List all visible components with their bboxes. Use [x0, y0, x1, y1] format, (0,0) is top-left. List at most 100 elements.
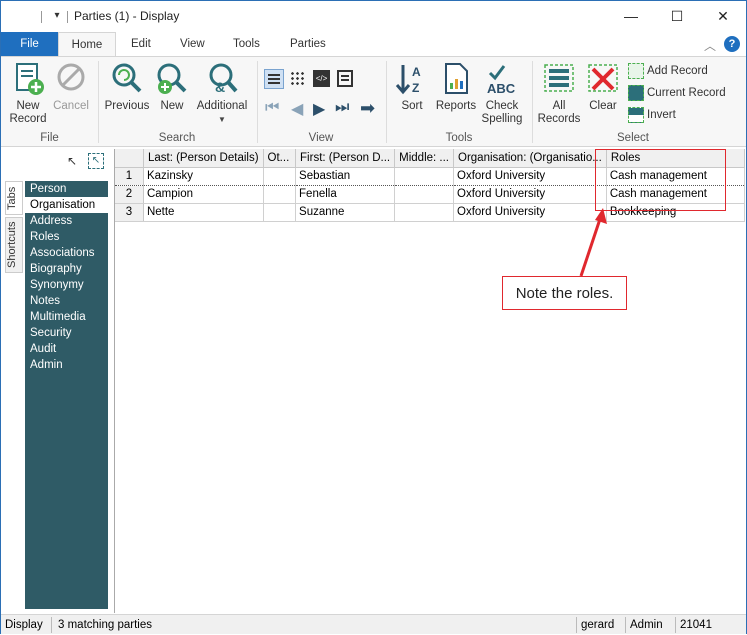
collapse-ribbon-icon[interactable]: ︿	[704, 37, 716, 54]
cancel-icon	[57, 63, 85, 91]
nav-item-notes[interactable]: Notes	[25, 293, 108, 309]
new-label: New	[160, 100, 184, 112]
add-record-label: Add Record	[647, 65, 708, 77]
column-header[interactable]: Ot...	[263, 149, 297, 168]
annotation-arrow-icon	[579, 208, 607, 277]
additional-search-button[interactable]: & Additional ▼	[193, 61, 251, 126]
list-view-icon[interactable]	[264, 69, 284, 89]
status-role: Admin	[630, 619, 663, 631]
last-record-icon[interactable]: ⏭	[335, 99, 349, 117]
table-cell[interactable]: Oxford University	[453, 185, 607, 204]
add-record-button[interactable]: Add Record	[628, 61, 708, 81]
new-record-button[interactable]: New Record	[7, 61, 49, 126]
row-number: 1	[115, 166, 144, 186]
next-record-icon[interactable]: ▶	[313, 99, 325, 119]
previous-record-icon[interactable]: ◀	[291, 99, 303, 119]
row-number: 3	[115, 203, 144, 222]
table-cell[interactable]: Campion	[143, 185, 264, 204]
table-cell[interactable]: Suzanne	[295, 203, 396, 222]
chevron-down-icon: ▼	[218, 115, 226, 124]
column-header[interactable]: First: (Person D...	[295, 149, 396, 168]
table-cell[interactable]	[394, 166, 454, 186]
nav-item-associations[interactable]: Associations	[25, 245, 108, 261]
current-record-button[interactable]: Current Record	[628, 83, 726, 103]
nav-item-admin[interactable]: Admin	[25, 357, 108, 373]
tab-view[interactable]: View	[168, 32, 217, 56]
column-header[interactable]: Organisation: (Organisatio...	[453, 149, 607, 168]
check-spelling-button[interactable]: ABC Check Spelling	[480, 61, 524, 126]
reports-button[interactable]: Reports	[434, 61, 478, 113]
new-search-button[interactable]: New	[154, 61, 190, 113]
new-record-label: New Record	[9, 100, 47, 125]
close-button[interactable]: ✕	[700, 1, 746, 32]
annotation-callout: Note the roles.	[502, 276, 627, 310]
column-header[interactable]: Last: (Person Details)	[143, 149, 264, 168]
status-mode: Display	[5, 619, 43, 631]
side-tab-tabs[interactable]: Tabs	[5, 181, 23, 215]
table-cell[interactable]: Oxford University	[453, 166, 607, 186]
table-cell[interactable]	[394, 185, 454, 204]
status-message: 3 matching parties	[58, 619, 152, 631]
sort-icon: A Z	[395, 65, 421, 95]
nav-item-roles[interactable]: Roles	[25, 229, 108, 245]
select-tool-icon[interactable]: ↖	[88, 153, 104, 169]
tab-parties[interactable]: Parties	[278, 32, 338, 56]
grid-view-icon[interactable]	[290, 71, 306, 87]
select-all-icon	[544, 64, 574, 92]
cancel-label: Cancel	[53, 100, 89, 112]
nav-item-security[interactable]: Security	[25, 325, 108, 341]
form-view-icon[interactable]	[337, 70, 353, 87]
table-cell[interactable]: Kazinsky	[143, 166, 264, 186]
tab-file[interactable]: File	[1, 32, 58, 56]
table-cell[interactable]: Fenella	[295, 185, 396, 204]
clear-selection-button[interactable]: Clear	[585, 61, 621, 113]
title-bar-divider	[41, 11, 42, 23]
group-divider	[257, 61, 258, 143]
all-records-button[interactable]: All Records	[537, 61, 581, 126]
pointer-icon[interactable]: ↖	[67, 154, 77, 168]
tab-home[interactable]: Home	[58, 32, 116, 57]
clear-icon	[588, 64, 618, 92]
previous-search-button[interactable]: Previous	[104, 61, 150, 113]
first-record-icon[interactable]: ⏮	[265, 99, 279, 117]
nav-item-organisation[interactable]: Organisation	[25, 197, 108, 213]
tab-edit[interactable]: Edit	[119, 32, 163, 56]
column-header	[115, 149, 144, 168]
nav-item-biography[interactable]: Biography	[25, 261, 108, 277]
sort-button[interactable]: A Z Sort	[394, 61, 430, 113]
current-record-label: Current Record	[647, 87, 726, 99]
svg-text:ABC: ABC	[487, 81, 516, 96]
table-cell[interactable]	[263, 203, 297, 222]
code-view-icon[interactable]: </>	[313, 70, 330, 87]
new-record-icon	[16, 63, 44, 95]
help-icon[interactable]: ?	[724, 36, 740, 52]
table-cell[interactable]	[394, 203, 454, 222]
minimize-button[interactable]: —	[608, 1, 654, 32]
table-cell[interactable]: Sebastian	[295, 166, 396, 186]
title-bar: ▾ Parties (1) - Display — ☐ ✕	[1, 1, 746, 32]
column-header[interactable]: Middle: ...	[394, 149, 454, 168]
nav-item-person[interactable]: Person	[25, 181, 108, 197]
view-group-label: View	[308, 132, 334, 144]
title-bar-divider	[67, 11, 68, 23]
status-user: gerard	[581, 619, 615, 631]
previous-search-icon	[112, 63, 142, 93]
maximize-button[interactable]: ☐	[654, 1, 700, 32]
all-records-label: All Records	[537, 100, 581, 125]
tab-tools[interactable]: Tools	[221, 32, 272, 56]
goto-record-icon[interactable]: ➡	[360, 98, 375, 119]
nav-item-address[interactable]: Address	[25, 213, 108, 229]
table-cell[interactable]: Nette	[143, 203, 264, 222]
nav-item-synonymy[interactable]: Synonymy	[25, 277, 108, 293]
ribbon-tabs: File Home Edit View Tools Parties ︿ ?	[1, 32, 746, 57]
file-group-label: File	[40, 132, 59, 144]
group-divider	[386, 61, 387, 143]
nav-item-audit[interactable]: Audit	[25, 341, 108, 357]
quick-access-dropdown-icon[interactable]: ▾	[50, 9, 64, 23]
cancel-button[interactable]: Cancel	[51, 61, 91, 113]
table-cell[interactable]	[263, 166, 297, 186]
invert-selection-button[interactable]: Invert	[628, 105, 676, 125]
table-cell[interactable]	[263, 185, 297, 204]
side-tab-shortcuts[interactable]: Shortcuts	[5, 217, 23, 273]
nav-item-multimedia[interactable]: Multimedia	[25, 309, 108, 325]
